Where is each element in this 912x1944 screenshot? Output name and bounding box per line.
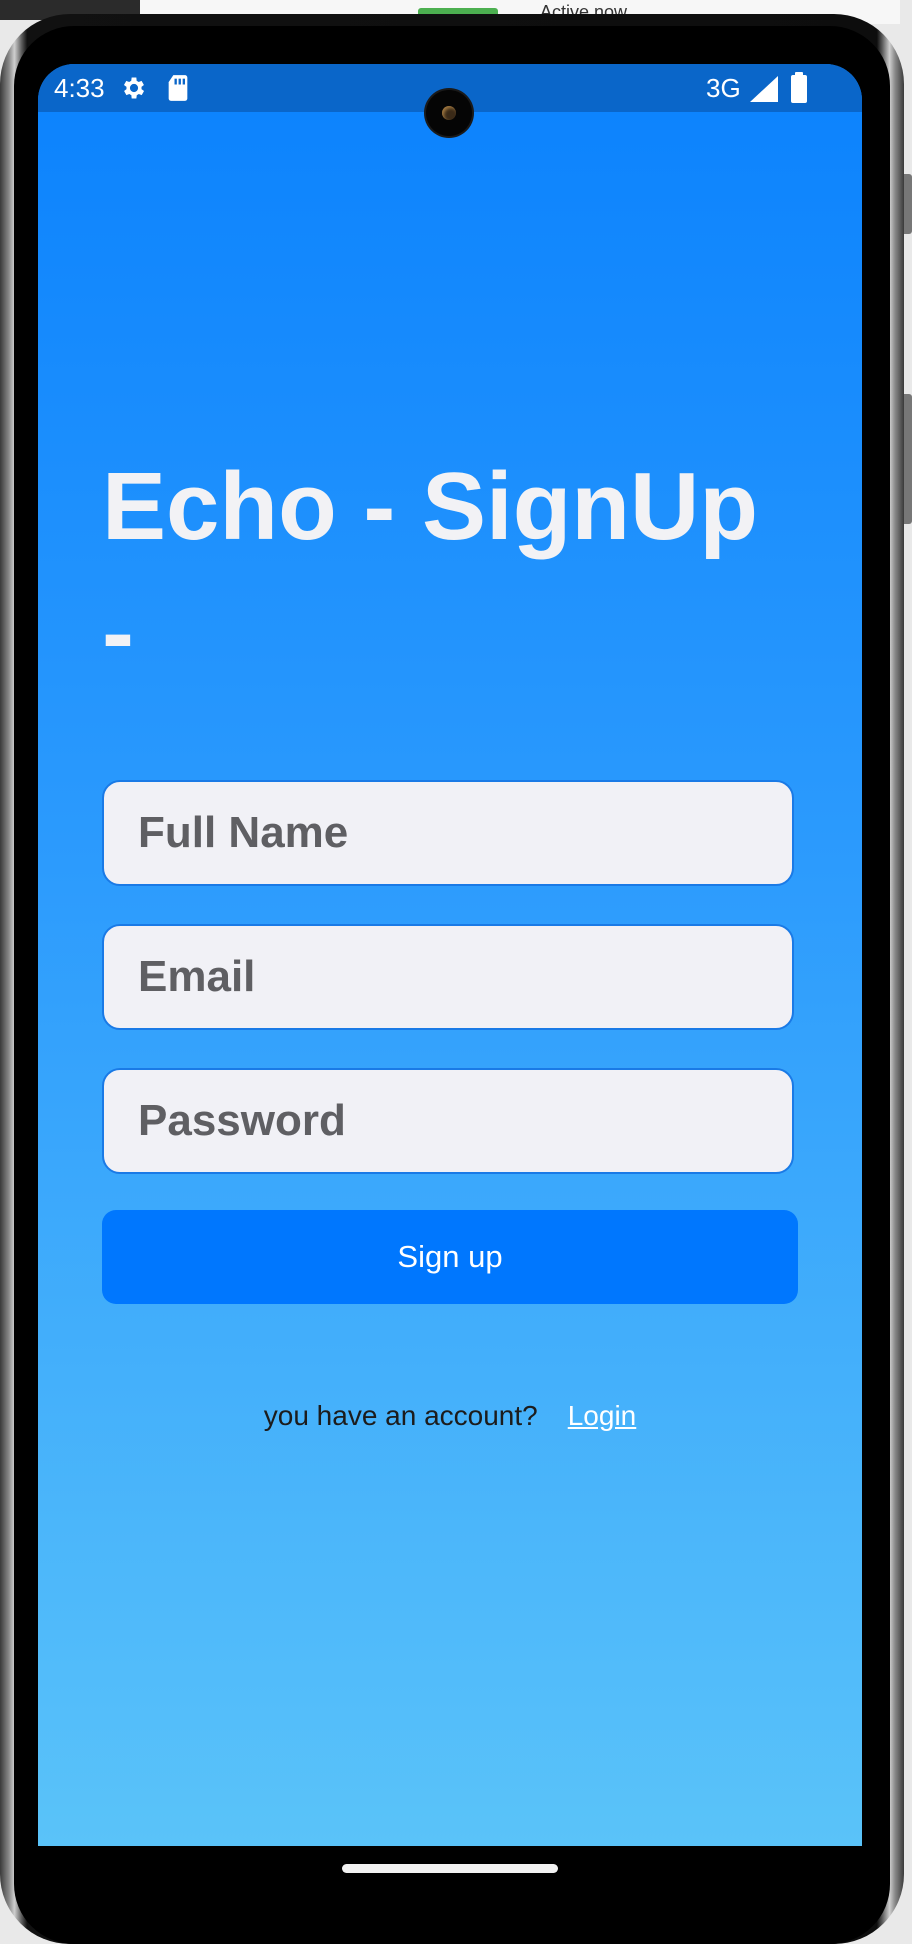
login-prompt-row: you have an account? Login	[38, 1400, 862, 1432]
sd-card-icon	[166, 74, 190, 107]
front-camera	[426, 90, 472, 136]
screenshot-root: Active now 4:33 3G Echo - SignUp - Full …	[0, 0, 912, 1944]
full-name-input[interactable]	[102, 780, 794, 886]
network-type: 3G	[706, 73, 741, 103]
page-title: Echo - SignUp -	[102, 453, 758, 686]
account-prompt-text: you have an account?	[263, 1400, 538, 1431]
login-link[interactable]: Login	[568, 1400, 637, 1431]
password-input[interactable]	[102, 1068, 794, 1174]
phone-side-button	[904, 174, 912, 234]
sign-up-button[interactable]: Sign up	[102, 1210, 798, 1304]
app-screen: 4:33 3G Echo - SignUp - Full Name Email …	[38, 64, 862, 1846]
gear-icon	[120, 74, 148, 107]
gesture-navigation-handle[interactable]	[342, 1864, 558, 1873]
email-input[interactable]	[102, 924, 794, 1030]
battery-icon	[790, 72, 808, 109]
signal-icon	[750, 76, 778, 107]
status-time: 4:33	[54, 73, 105, 103]
phone-volume-button	[904, 394, 912, 524]
